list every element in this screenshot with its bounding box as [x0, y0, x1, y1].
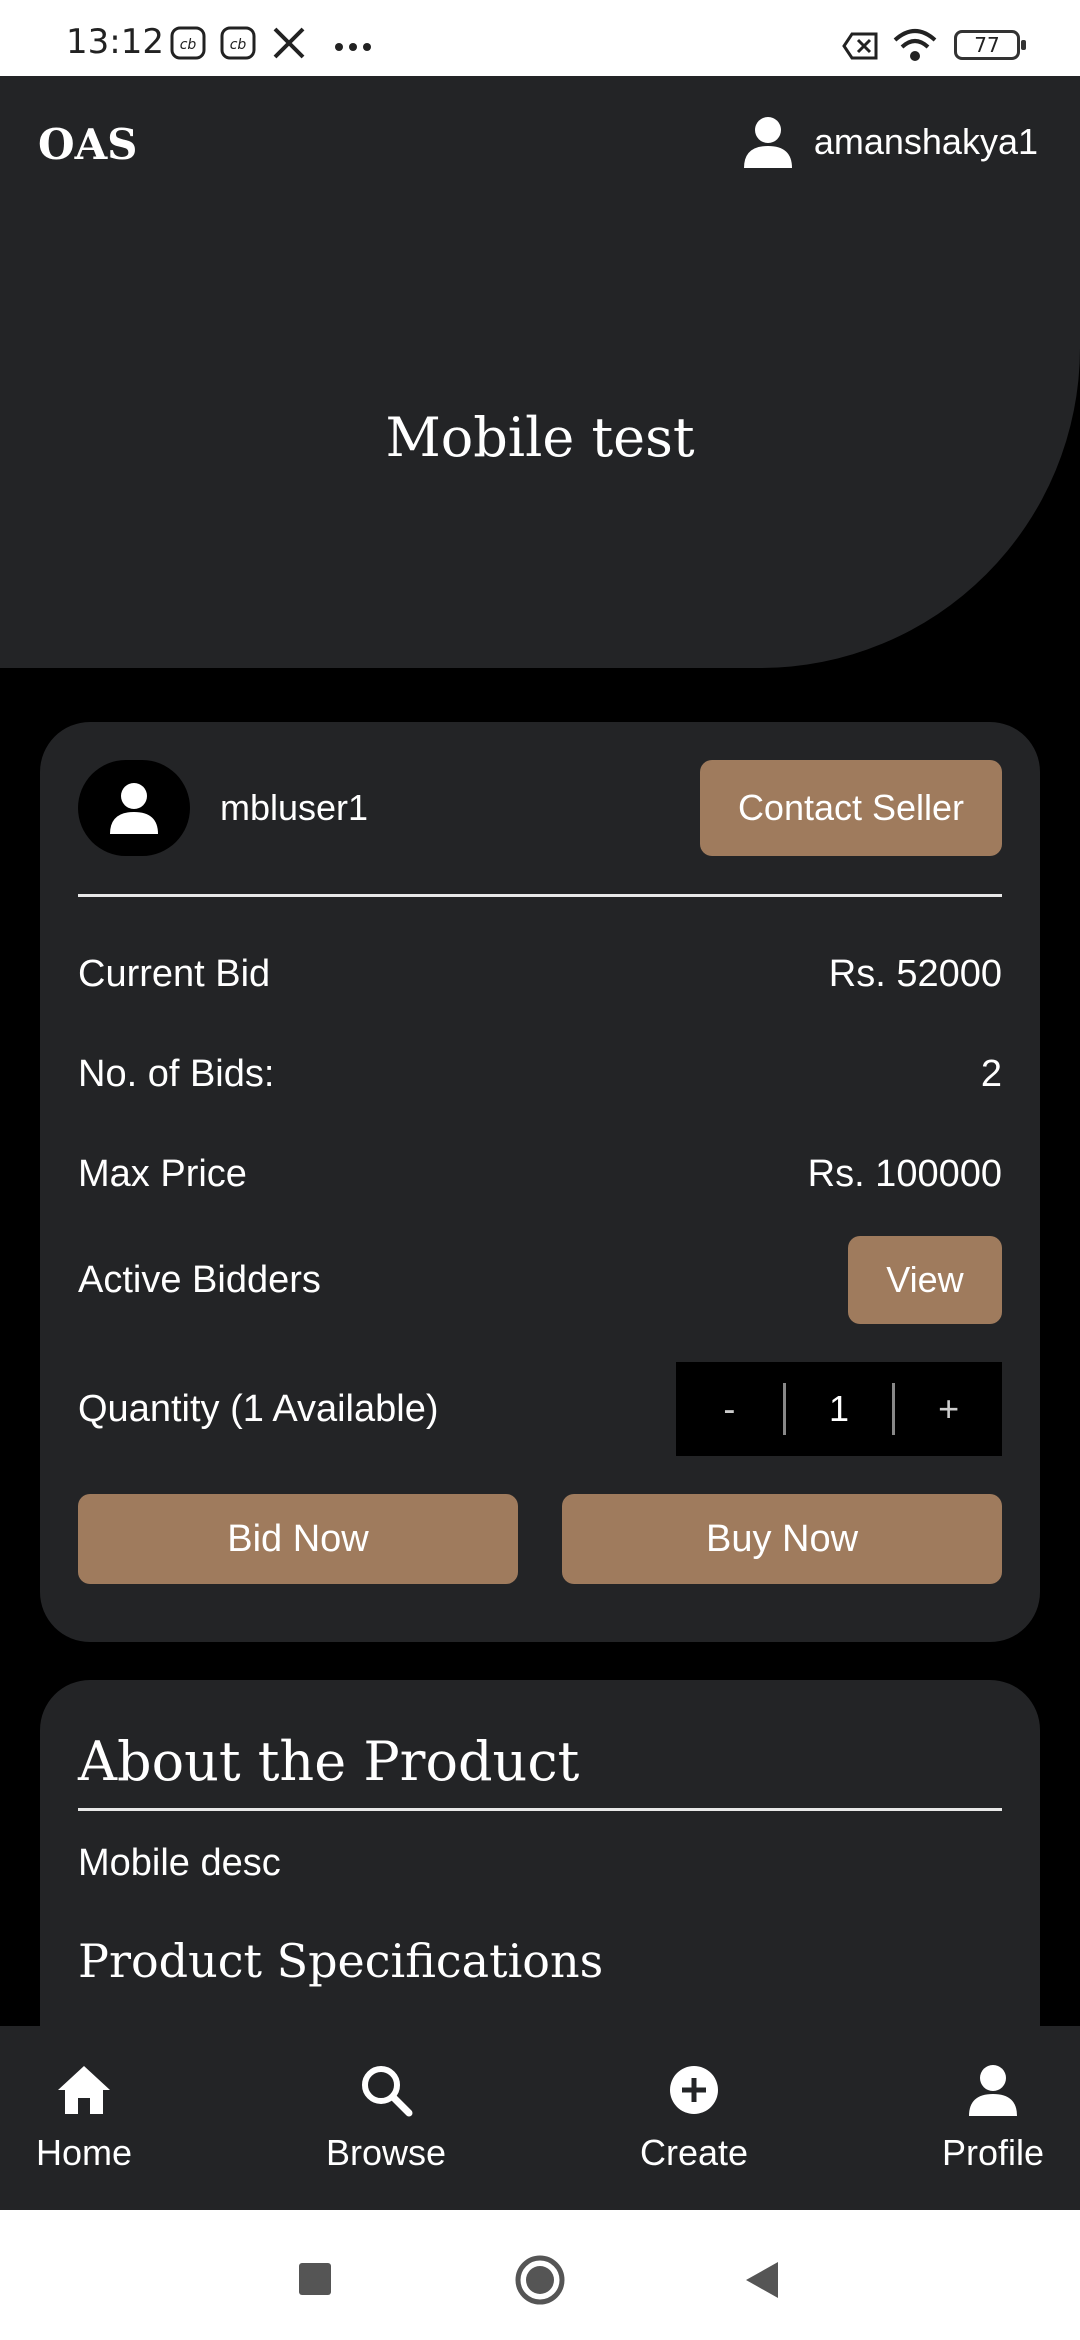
user-menu[interactable]: amanshakya1 [743, 116, 1038, 168]
specs-title: Product Specifications [78, 1934, 604, 1988]
quantity-stepper: - 1 + [676, 1362, 1002, 1456]
nav-item-home[interactable]: Home [36, 2026, 132, 2210]
username: amanshakya1 [813, 121, 1038, 162]
quantity-value[interactable]: 1 [786, 1362, 893, 1456]
quantity-label: Quantity (1 Available) [78, 1387, 439, 1430]
seller-avatar [78, 760, 190, 856]
bid-now-button[interactable]: Bid Now [78, 1494, 518, 1584]
quantity-increment-button[interactable]: + [895, 1362, 1002, 1456]
seller-row: mbluser1 Contact Seller [78, 760, 1002, 856]
action-row: Bid Now Buy Now [78, 1494, 1002, 1584]
current-bid-value: Rs. 52000 [828, 952, 1002, 995]
more-notifications-icon [335, 43, 371, 51]
num-bids-label: No. of Bids: [78, 1052, 275, 1095]
page-title: Mobile test [385, 406, 695, 469]
system-nav-bar [0, 2210, 1080, 2340]
search-icon [361, 2066, 413, 2117]
svg-text:cb: cb [180, 37, 197, 53]
nav-item-create[interactable]: Create [640, 2026, 748, 2210]
divider [78, 1808, 1002, 1811]
nav-label: Profile [941, 2132, 1044, 2173]
max-price-row: Max Price Rs. 100000 [78, 1144, 1002, 1204]
nav-item-profile[interactable]: Profile [942, 2026, 1044, 2210]
recents-icon[interactable] [298, 2262, 332, 2296]
status-time: 13:12 [66, 22, 164, 62]
product-description: Mobile desc [78, 1842, 281, 1884]
nav-item-browse[interactable]: Browse [326, 2026, 446, 2210]
back-icon[interactable] [744, 2260, 780, 2300]
home-system-icon[interactable] [514, 2254, 566, 2306]
active-bidders-row: Active Bidders View [78, 1236, 1002, 1324]
current-bid-row: Current Bid Rs. 52000 [78, 944, 1002, 1004]
buy-now-button[interactable]: Buy Now [562, 1494, 1002, 1584]
seller-name: mbluser1 [220, 787, 369, 828]
svg-text:cb: cb [230, 37, 247, 53]
user-icon [743, 117, 792, 168]
x-app-icon [273, 27, 305, 59]
app-notification-icon: cb [170, 26, 206, 60]
current-bid-label: Current Bid [78, 952, 271, 995]
nav-label: Browse [325, 2132, 447, 2173]
person-icon [110, 783, 158, 834]
quantity-row: Quantity (1 Available) - 1 + [78, 1362, 1002, 1456]
battery-indicator: 77 [954, 30, 1026, 60]
nav-label: Create [639, 2132, 749, 2173]
divider [78, 894, 1002, 897]
nav-label: Home [36, 2132, 133, 2173]
view-bidders-button[interactable]: View [848, 1236, 1002, 1324]
quantity-decrement-button[interactable]: - [676, 1362, 783, 1456]
max-price-value: Rs. 100000 [807, 1152, 1002, 1195]
app-notification-icon: cb [220, 26, 256, 60]
about-title: About the Product [78, 1730, 580, 1793]
no-sim-icon [842, 32, 878, 60]
bid-card: mbluser1 Contact Seller Current Bid Rs. … [40, 722, 1040, 1642]
brand-logo[interactable]: OAS [38, 120, 138, 169]
contact-seller-button[interactable]: Contact Seller [700, 760, 1002, 856]
num-bids-row: No. of Bids: 2 [78, 1044, 1002, 1104]
wifi-icon [893, 29, 937, 61]
person-icon [968, 2065, 1017, 2116]
status-bar: 13:12 cb cb 77 [0, 0, 1080, 76]
bottom-nav: Home Browse Create Profile [0, 2026, 1080, 2210]
plus-circle-icon [669, 2066, 718, 2114]
active-bidders-label: Active Bidders [78, 1258, 321, 1301]
num-bids-value: 2 [980, 1052, 1002, 1095]
app-header: OAS amanshakya1 Mobile test [0, 76, 1080, 668]
home-icon [58, 2066, 111, 2114]
max-price-label: Max Price [78, 1152, 247, 1195]
